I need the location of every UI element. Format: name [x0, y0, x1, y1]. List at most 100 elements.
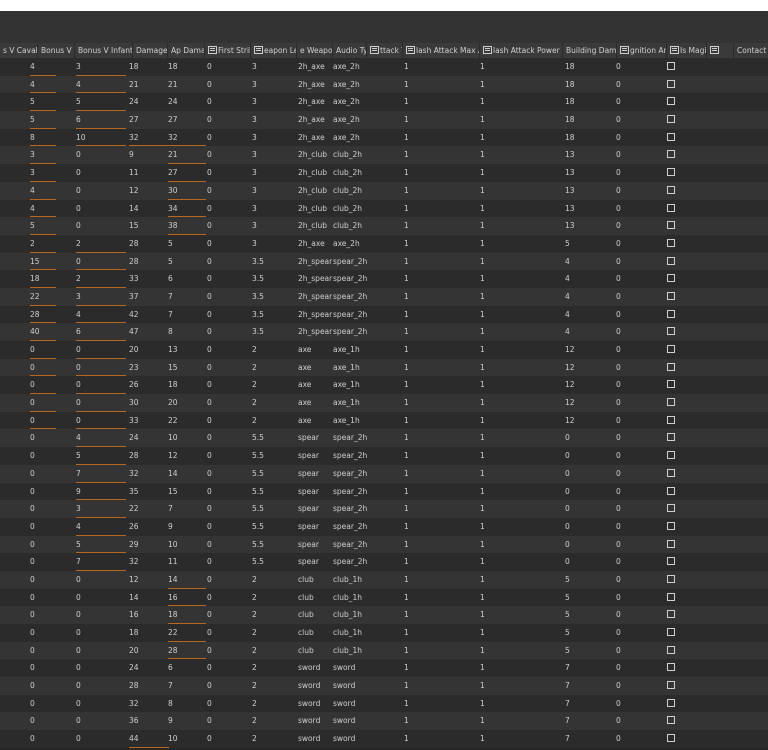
- column-header-bonus-v-cavalry[interactable]: s V Cavalr: [0, 43, 38, 58]
- cell-bonus-v-large[interactable]: 10: [76, 129, 126, 147]
- cell-attack-target[interactable]: 1: [404, 553, 444, 571]
- cell-weapon-length[interactable]: 5.5: [252, 429, 296, 447]
- cell-bonus-v-cavalry[interactable]: 0: [30, 394, 56, 412]
- is-magical-checkbox[interactable]: [667, 256, 675, 265]
- is-magical-checkbox[interactable]: [667, 486, 675, 495]
- table-row[interactable]: 0 0 16 18 0 2 club club_1h 1 1 5 0: [0, 606, 768, 624]
- cell-damage[interactable]: 28: [129, 235, 169, 253]
- cell-bonus-v-large[interactable]: 9: [76, 483, 126, 501]
- cell-weapon-length[interactable]: 2: [252, 589, 296, 607]
- cell-bonus-v-large[interactable]: 3: [76, 288, 126, 306]
- cell-bonus-v-large[interactable]: 6: [76, 323, 126, 341]
- cell-building-damage[interactable]: 5: [565, 235, 605, 253]
- table-row[interactable]: 0 0 33 22 0 2 axe axe_1h 1 1 12 0: [0, 411, 768, 430]
- cell-attack-target[interactable]: 1: [404, 447, 444, 465]
- table-row[interactable]: 0 7 32 14 0 5.5 spear spear_2h 1 1 0 0: [0, 464, 768, 483]
- column-header-damage[interactable]: Damage: [133, 43, 168, 58]
- cell-audio-type[interactable]: spear_2h: [333, 536, 393, 554]
- cell-ignition-amount[interactable]: 0: [616, 164, 646, 182]
- cell-first-strike[interactable]: 0: [207, 606, 237, 624]
- cell-attack-target[interactable]: 1: [404, 730, 444, 748]
- cell-building-damage[interactable]: 5: [565, 642, 605, 660]
- column-header-ignition-amount[interactable]: gnition Amou: [617, 43, 667, 58]
- table-row[interactable]: 3 0 11 27 0 3 2h_club club_2h 1 1 13 0: [0, 164, 768, 182]
- cell-weapon-type[interactable]: sword: [298, 695, 333, 713]
- cell-splash-attack-max[interactable]: 1: [480, 677, 540, 695]
- cell-ignition-amount[interactable]: 0: [616, 200, 646, 218]
- cell-weapon-length[interactable]: 2: [252, 695, 296, 713]
- cell-first-strike[interactable]: 0: [207, 483, 237, 501]
- cell-bonus-v-cavalry[interactable]: 0: [30, 571, 56, 589]
- cell-attack-target[interactable]: 1: [404, 606, 444, 624]
- cell-ignition-amount[interactable]: 0: [616, 695, 646, 713]
- cell-ignition-amount[interactable]: 0: [616, 447, 646, 465]
- cell-building-damage[interactable]: 7: [565, 695, 605, 713]
- is-magical-checkbox[interactable]: [667, 468, 675, 477]
- is-magical-checkbox[interactable]: [667, 185, 675, 194]
- cell-ignition-amount[interactable]: 0: [616, 394, 646, 412]
- table-row[interactable]: 0 5 29 10 0 5.5 spear spear_2h 1 1 0 0: [0, 535, 768, 554]
- cell-weapon-type[interactable]: spear: [298, 465, 333, 483]
- cell-ap-damage[interactable]: 14: [168, 571, 206, 589]
- cell-splash-attack-max[interactable]: 1: [480, 695, 540, 713]
- column-header-audio-type[interactable]: Audio Type: [333, 43, 367, 58]
- cell-ignition-amount[interactable]: 0: [616, 270, 646, 288]
- cell-bonus-v-cavalry[interactable]: 5: [30, 93, 56, 112]
- cell-splash-attack-max[interactable]: 1: [480, 182, 540, 200]
- cell-bonus-v-cavalry[interactable]: 0: [30, 341, 56, 359]
- column-header-weapon-length[interactable]: eapon Lengt: [251, 43, 297, 58]
- cell-bonus-v-large[interactable]: 0: [76, 217, 126, 235]
- cell-weapon-type[interactable]: spear: [298, 483, 333, 501]
- cell-weapon-type[interactable]: axe: [298, 376, 333, 394]
- cell-bonus-v-large[interactable]: 0: [76, 571, 126, 589]
- cell-ap-damage[interactable]: 9: [168, 712, 206, 730]
- cell-bonus-v-cavalry[interactable]: 0: [30, 359, 56, 377]
- cell-attack-target[interactable]: 1: [404, 93, 444, 111]
- cell-weapon-type[interactable]: 2h_club: [298, 200, 333, 218]
- cell-attack-target[interactable]: 1: [404, 270, 444, 288]
- cell-audio-type[interactable]: club_2h: [333, 164, 393, 182]
- is-magical-checkbox[interactable]: [667, 716, 675, 725]
- table-row[interactable]: 0 0 30 20 0 2 axe axe_1h 1 1 12 0: [0, 394, 768, 412]
- cell-bonus-v-large[interactable]: 0: [76, 182, 126, 200]
- cell-ap-damage[interactable]: 27: [168, 164, 206, 182]
- cell-audio-type[interactable]: club_2h: [333, 182, 393, 200]
- cell-building-damage[interactable]: 5: [565, 571, 605, 589]
- cell-splash-attack-max[interactable]: 1: [480, 288, 540, 306]
- cell-weapon-length[interactable]: 5.5: [252, 500, 296, 518]
- cell-audio-type[interactable]: spear_2h: [333, 465, 393, 483]
- cell-damage[interactable]: 23: [129, 359, 169, 377]
- cell-weapon-type[interactable]: axe: [298, 359, 333, 377]
- cell-bonus-v-cavalry[interactable]: 5: [30, 217, 56, 235]
- cell-ignition-amount[interactable]: 0: [616, 58, 646, 76]
- cell-weapon-length[interactable]: 3: [252, 93, 296, 111]
- cell-building-damage[interactable]: 0: [565, 483, 605, 501]
- cell-building-damage[interactable]: 12: [565, 359, 605, 377]
- is-magical-checkbox[interactable]: [667, 592, 675, 601]
- cell-ignition-amount[interactable]: 0: [616, 712, 646, 730]
- table-row[interactable]: 4 0 14 34 0 3 2h_club club_2h 1 1 13 0: [0, 199, 768, 218]
- cell-damage[interactable]: 32: [129, 465, 169, 483]
- cell-damage[interactable]: 26: [129, 376, 169, 394]
- table-row[interactable]: 15 0 28 5 0 3.5 2h_spear spear_2h 1 1 4 0: [0, 252, 768, 271]
- cell-ignition-amount[interactable]: 0: [616, 146, 646, 164]
- cell-ignition-amount[interactable]: 0: [616, 323, 646, 341]
- is-magical-checkbox[interactable]: [667, 345, 675, 353]
- cell-bonus-v-cavalry[interactable]: 0: [30, 589, 56, 607]
- cell-bonus-v-cavalry[interactable]: 2: [30, 235, 56, 253]
- cell-ignition-amount[interactable]: 0: [616, 76, 646, 94]
- is-magical-checkbox[interactable]: [667, 574, 675, 583]
- cell-damage[interactable]: 18: [129, 58, 169, 76]
- cell-damage[interactable]: 9: [129, 146, 169, 164]
- cell-splash-attack-max[interactable]: 1: [480, 730, 540, 748]
- is-magical-checkbox[interactable]: [667, 663, 675, 672]
- column-header-splash-attack-power[interactable]: lash Attack Power Multipli: [480, 43, 563, 58]
- cell-building-damage[interactable]: 13: [565, 146, 605, 164]
- cell-bonus-v-cavalry[interactable]: 0: [30, 659, 56, 677]
- column-settings-icon[interactable]: [254, 46, 263, 54]
- cell-damage[interactable]: 20: [129, 642, 169, 660]
- cell-weapon-type[interactable]: spear: [298, 536, 333, 554]
- cell-building-damage[interactable]: 12: [565, 376, 605, 394]
- cell-ignition-amount[interactable]: 0: [616, 624, 646, 642]
- cell-audio-type[interactable]: spear_2h: [333, 306, 393, 324]
